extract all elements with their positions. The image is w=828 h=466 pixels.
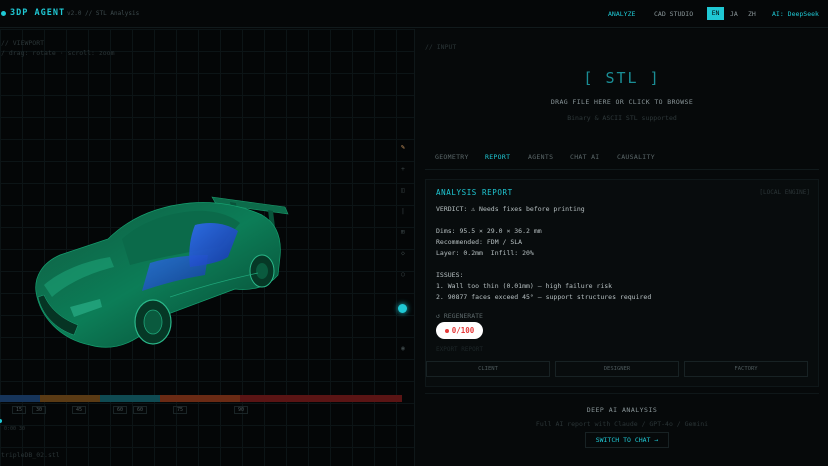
report-card: ANALYSIS REPORT [LOCAL ENGINE] VERDICT: …: [425, 179, 819, 387]
timeline-tick: 60: [113, 406, 128, 414]
tab-chat-ai[interactable]: CHAT AI: [570, 153, 600, 161]
minus-icon[interactable]: |: [399, 207, 407, 215]
export-factory-button[interactable]: FACTORY: [684, 361, 808, 377]
dims-text: Dims: 95.5 × 29.0 × 36.2 mm: [436, 227, 542, 235]
score-dot-icon: [444, 328, 449, 333]
timeline-tick: 90: [234, 406, 249, 414]
regenerate-button[interactable]: ↺ REGENERATE: [436, 312, 483, 320]
tab-causality[interactable]: CAUSALITY: [617, 153, 655, 161]
deep-ai-subtitle: Full AI report with Claude / GPT-4o / Ge…: [535, 420, 709, 428]
score-badge: 0/100: [436, 322, 483, 339]
analysis-panel: // INPUT [ STL ] DRAG FILE HERE OR CLICK…: [414, 29, 828, 466]
timeline-tick: 45: [72, 406, 87, 414]
grid-icon[interactable]: ⊞: [399, 228, 407, 236]
issues-title: ISSUES:: [436, 271, 464, 279]
report-title: ANALYSIS REPORT: [436, 188, 513, 197]
lang-ja-button[interactable]: JA: [730, 10, 738, 18]
timeline-time: 0:00 30: [4, 426, 26, 432]
layers-icon[interactable]: ◇: [399, 249, 407, 257]
file-name-label: tripleDB_02.stl: [1, 451, 60, 459]
layer-text: Layer: 0.2mm Infill: 20%: [436, 249, 534, 257]
tab-bar: GEOMETRY REPORT AGENTS CHAT AI CAUSALITY: [435, 153, 825, 167]
viewport-label: // VIEWPORT: [1, 39, 45, 47]
tab-agents[interactable]: AGENTS: [528, 153, 553, 161]
plus-icon[interactable]: +: [399, 165, 407, 173]
timeline-ticks: 15 30 45 60 60 75 90: [0, 406, 402, 415]
timeline-playhead[interactable]: [0, 419, 2, 423]
tab-geometry[interactable]: GEOMETRY: [435, 153, 469, 161]
tab-report[interactable]: REPORT: [485, 153, 510, 161]
dropzone-subtext: Binary & ASCII STL supported: [567, 114, 677, 122]
issue-item: 2. 90877 faces exceed 45° — support stru…: [436, 293, 652, 301]
ai-model-selector[interactable]: AI: DeepSeek: [772, 10, 819, 18]
timeline-tick: 60: [133, 406, 148, 414]
dropzone-text[interactable]: DRAG FILE HERE OR CLICK TO BROWSE: [415, 98, 828, 106]
timeline-segment: [0, 395, 40, 402]
3d-viewport[interactable]: // VIEWPORT / drag: rotate · scroll: zoo…: [0, 29, 414, 466]
cube-icon[interactable]: ◫: [399, 186, 407, 194]
lang-zh-button[interactable]: ZH: [748, 10, 756, 18]
input-label: // INPUT: [425, 43, 457, 51]
timeline-segment: [160, 395, 240, 402]
lang-en-button[interactable]: EN: [707, 7, 724, 20]
export-client-button[interactable]: CLIENT: [426, 361, 550, 377]
view-slider-handle[interactable]: [398, 304, 407, 313]
nav-cad-studio[interactable]: CAD STUDIO: [654, 10, 693, 18]
eye-icon[interactable]: ◉: [399, 344, 407, 352]
timeline-tick: 15: [12, 406, 27, 414]
deep-ai-title: DEEP AI ANALYSIS: [586, 406, 658, 414]
viewport-hint: / drag: rotate · scroll: zoom: [1, 49, 115, 57]
engine-badge: [LOCAL ENGINE]: [759, 189, 810, 196]
car-model[interactable]: [30, 167, 292, 367]
switch-to-chat-button[interactable]: SWITCH TO CHAT →: [585, 432, 669, 448]
logo-dot-icon: [1, 11, 6, 16]
verdict-text: VERDICT: ⚠ Needs fixes before printing: [436, 205, 585, 213]
export-label: EXPORT REPORT: [436, 346, 483, 353]
issue-item: 1. Wall too thin (0.01mm) — high failure…: [436, 282, 613, 290]
nav-analyze[interactable]: ANALYZE: [608, 10, 635, 18]
deep-ai-section: DEEP AI ANALYSIS Full AI report with Cla…: [425, 393, 819, 466]
version-label: v2.0 // STL Analysis: [67, 10, 140, 17]
brand-title: 3DP AGENT: [10, 8, 66, 18]
timeline-segment: [40, 395, 100, 402]
circle-icon[interactable]: ○: [399, 270, 407, 278]
recommended-text: Recommended: FDM / SLA: [436, 238, 523, 246]
top-bar: 3DP AGENT v2.0 // STL Analysis ANALYZE C…: [0, 0, 828, 28]
timeline-segment: [240, 395, 402, 402]
score-value: 0/100: [451, 326, 475, 335]
timeline-bar[interactable]: [0, 395, 402, 402]
stl-dropzone-title[interactable]: [ STL ]: [415, 69, 828, 87]
timeline-tick: 30: [32, 406, 47, 414]
pen-icon[interactable]: ✎: [399, 143, 407, 151]
tab-divider: [425, 169, 819, 170]
export-designer-button[interactable]: DESIGNER: [555, 361, 679, 377]
timeline-tick: 75: [173, 406, 188, 414]
timeline-segment: [100, 395, 160, 402]
